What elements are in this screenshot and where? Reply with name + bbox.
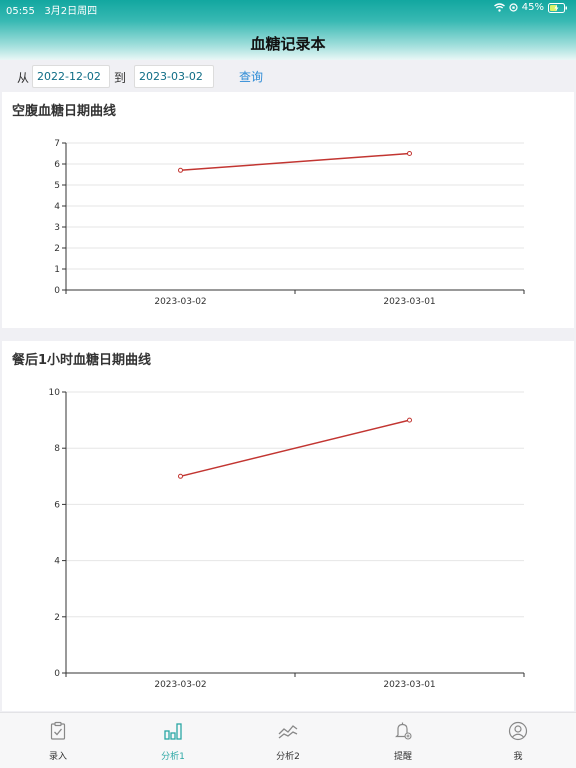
from-label: 从 <box>17 71 30 85</box>
y-tick-label: 2 <box>54 613 60 623</box>
query-button[interactable]: 查询 <box>239 68 263 85</box>
user-icon <box>508 721 528 741</box>
y-tick-label: 3 <box>54 223 60 233</box>
orientation-lock-icon <box>509 3 518 12</box>
status-time: 05:55 <box>6 6 35 17</box>
tab-label: 提醒 <box>393 752 412 762</box>
y-tick-label: 0 <box>54 669 60 679</box>
line-trend-icon <box>278 725 298 739</box>
y-tick-label: 4 <box>54 202 60 212</box>
to-label: 到 <box>114 71 127 85</box>
fasting-glucose-chart: 0 1 2 3 4 5 6 7 2023-03-02 2023-03-01 <box>54 139 525 307</box>
y-tick-label: 2 <box>54 244 60 254</box>
page-title: 血糖记录本 <box>250 35 326 53</box>
data-point <box>407 417 412 423</box>
tab-label: 录入 <box>48 752 67 762</box>
postmeal-glucose-chart: 0 2 4 6 8 10 2023-03-02 2023-03-01 <box>49 388 525 690</box>
y-tick-label: 1 <box>54 265 60 275</box>
date-filter-bar: 从 到 查询 <box>0 60 576 92</box>
y-tick-label: 8 <box>54 444 60 454</box>
status-indicators: 45% <box>493 2 568 13</box>
y-tick-label: 4 <box>54 557 60 567</box>
start-date-input[interactable] <box>32 65 110 88</box>
x-tick-label: 2023-03-02 <box>154 297 206 307</box>
data-point <box>178 167 183 173</box>
y-tick-label: 6 <box>54 500 60 510</box>
battery-percent: 45% <box>521 2 544 13</box>
postmeal-chart-card: 餐后1小时血糖日期曲线 0 2 4 6 8 10 2023-03-02 2023-03-01 <box>2 341 574 711</box>
tab-entry[interactable]: 录入 <box>18 713 98 768</box>
x-tick-label: 2023-03-01 <box>383 297 435 307</box>
data-point <box>407 151 412 156</box>
wifi-icon <box>493 3 505 12</box>
y-tick-label: 6 <box>54 160 60 170</box>
tab-label: 分析2 <box>276 752 300 762</box>
data-point <box>178 473 183 479</box>
tab-label: 分析1 <box>161 752 185 762</box>
series-line <box>180 152 410 172</box>
x-tick-label: 2023-03-02 <box>154 680 206 690</box>
tab-analysis1[interactable]: 分析1 <box>133 713 213 768</box>
app-header: 05:55 3月2日周四 45% 血糖记录本 <box>0 0 576 60</box>
y-tick-label: 5 <box>54 181 60 191</box>
y-tick-label: 10 <box>49 388 61 398</box>
tab-analysis2[interactable]: 分析2 <box>248 713 328 768</box>
tab-me[interactable]: 我 <box>478 713 558 768</box>
x-tick-label: 2023-03-01 <box>383 680 435 690</box>
status-time-date: 05:55 3月2日周四 <box>6 2 97 17</box>
bell-icon <box>395 722 412 740</box>
tab-label: 我 <box>513 752 523 762</box>
end-date-input[interactable] <box>134 65 214 88</box>
status-date: 3月2日周四 <box>44 6 98 17</box>
battery-charging-icon <box>548 2 567 13</box>
bar-chart-icon <box>164 723 182 740</box>
fasting-chart-card: 空腹血糖日期曲线 0 1 2 3 4 5 6 7 2023-03-02 2023-03-01 <box>2 92 574 328</box>
bottom-tab-bar: 录入 分析1 分析2 提醒 我 <box>0 712 576 768</box>
tab-reminder[interactable]: 提醒 <box>363 713 443 768</box>
clipboard-check-icon <box>50 721 66 740</box>
y-tick-label: 7 <box>54 139 60 149</box>
y-tick-label: 0 <box>54 286 60 296</box>
